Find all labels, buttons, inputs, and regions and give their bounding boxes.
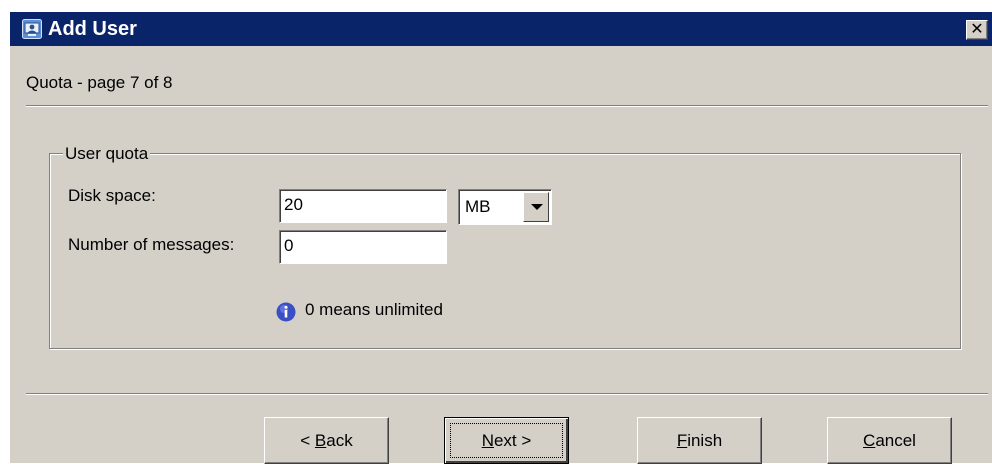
finish-button[interactable]: Finish xyxy=(637,417,762,464)
footer-divider xyxy=(26,393,988,395)
info-icon xyxy=(276,302,296,322)
info-text: 0 means unlimited xyxy=(305,300,443,319)
close-icon: ✕ xyxy=(970,21,984,38)
title-bar[interactable]: Add User ✕ xyxy=(10,12,992,46)
unit-selected-value: MB xyxy=(465,197,491,216)
next-button[interactable]: Next > xyxy=(444,417,569,464)
messages-input[interactable]: 0 xyxy=(279,230,447,264)
header-divider xyxy=(26,105,988,107)
messages-label: Number of messages: xyxy=(68,235,235,254)
cancel-button[interactable]: Cancel xyxy=(827,417,952,464)
close-button[interactable]: ✕ xyxy=(966,20,988,40)
back-button[interactable]: < Back xyxy=(264,417,389,464)
chevron-down-icon[interactable] xyxy=(523,192,549,222)
user-app-icon xyxy=(22,19,42,39)
focus-rect xyxy=(450,423,563,458)
group-legend: User quota xyxy=(63,144,151,164)
window-title: Add User xyxy=(48,18,137,40)
disk-space-input[interactable]: 20 xyxy=(279,189,447,223)
disk-space-unit-select[interactable]: MB xyxy=(458,189,552,225)
page-title: Quota - page 7 of 8 xyxy=(26,73,173,92)
disk-space-label: Disk space: xyxy=(68,186,156,205)
add-user-dialog: Add User ✕ Quota - page 7 of 8 User quot… xyxy=(10,12,992,464)
